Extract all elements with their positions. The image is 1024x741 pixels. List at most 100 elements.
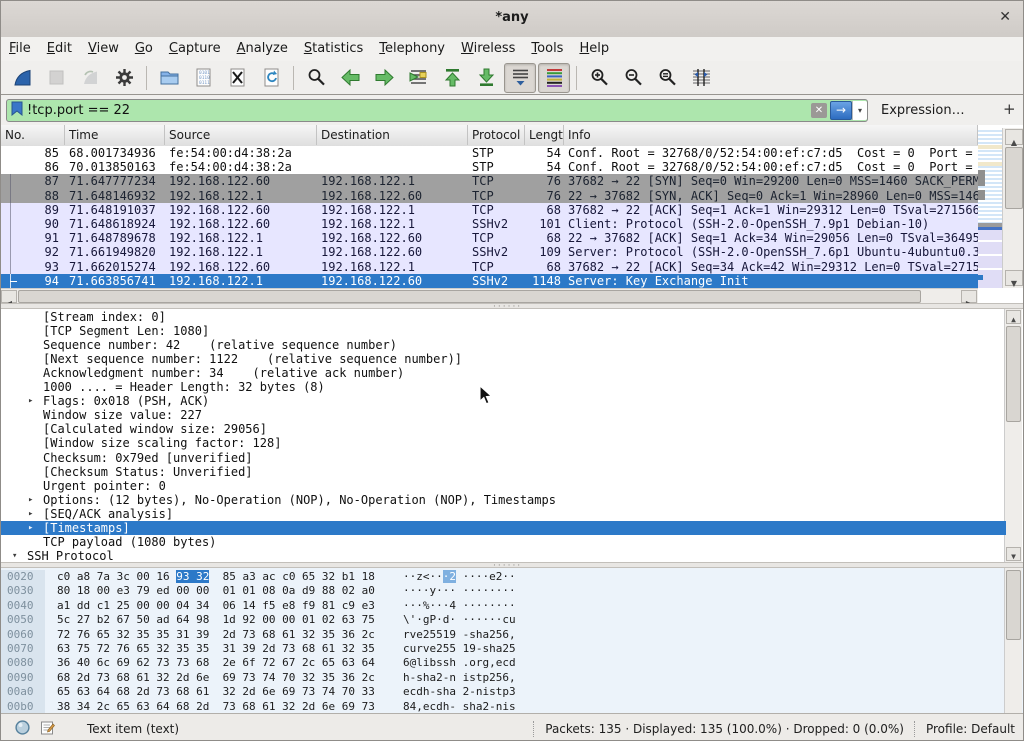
packet-row-91[interactable]: 9171.648789678192.168.122.1192.168.122.6… (1, 231, 978, 245)
details-vscrollbar[interactable]: ▲ ▼ (1004, 309, 1022, 562)
go-last-packet-icon[interactable] (470, 63, 502, 93)
hex-ascii[interactable]: ecdh-sha 2-nistp3 (403, 685, 516, 699)
hex-bytes[interactable]: 80 18 00 e3 79 ed 00 00 01 01 08 0a d9 8… (57, 584, 375, 598)
detail-line[interactable]: Window size value: 227 (1, 408, 1006, 422)
detail-line[interactable]: Checksum: 0x79ed [unverified] (1, 451, 1006, 465)
go-to-packet-icon[interactable] (402, 63, 434, 93)
packet-list-minimap[interactable] (978, 128, 1002, 288)
detail-line[interactable]: Urgent pointer: 0 (1, 479, 1006, 493)
packet-row-88[interactable]: 8871.648146932192.168.122.1192.168.122.6… (1, 189, 978, 203)
hex-row-0050[interactable]: 00505c 27 b2 67 50 ad 64 98 1d 92 00 00 … (1, 613, 1006, 627)
hex-bytes[interactable]: 63 75 72 76 65 32 35 35 31 39 2d 73 68 6… (57, 642, 375, 656)
display-filter-input[interactable]: !tcp.port == 22 ✕ → ▾ (6, 99, 868, 122)
collapsed-arrow-icon[interactable]: ▸ (28, 394, 33, 408)
close-icon[interactable]: ✕ (999, 9, 1011, 25)
reload-capture-icon[interactable] (255, 63, 287, 93)
vscroll-thumb[interactable] (1005, 147, 1023, 209)
expression-button[interactable]: Expression… (881, 103, 965, 118)
go-back-icon[interactable] (334, 63, 366, 93)
packet-row-89[interactable]: 8971.648191037192.168.122.60192.168.122.… (1, 203, 978, 217)
detail-line[interactable]: Acknowledgment number: 34 (relative ack … (1, 366, 1006, 380)
hex-bytes[interactable]: a1 dd c1 25 00 00 04 34 06 14 f5 e8 f9 8… (57, 599, 375, 613)
column-header-protocol[interactable]: Protocol (468, 125, 525, 145)
apply-filter-button[interactable]: → (830, 101, 852, 120)
filter-dropdown-caret[interactable]: ▾ (852, 101, 867, 120)
menu-item-telephony[interactable]: Telephony (371, 38, 453, 59)
resize-columns-icon[interactable] (685, 63, 717, 93)
hex-row-0020[interactable]: 0020c0 a8 7a 3c 00 16 93 32 85 a3 ac c0 … (1, 570, 1006, 584)
close-capture-icon[interactable] (221, 63, 253, 93)
column-header-length[interactable]: Length (525, 125, 564, 145)
collapsed-arrow-icon[interactable]: ▸ (28, 493, 33, 507)
packet-list-vscrollbar[interactable]: ▲ ▼ (1002, 128, 1024, 288)
hex-ascii[interactable]: h-sha2-n istp256, (403, 671, 516, 685)
scroll-down-icon[interactable]: ▼ (1005, 270, 1023, 286)
hex-row-0070[interactable]: 007063 75 72 76 65 32 35 35 31 39 2d 73 … (1, 642, 1006, 656)
zoom-100-icon[interactable] (651, 63, 683, 93)
auto-scroll-icon[interactable] (504, 63, 536, 93)
hex-bytes[interactable]: c0 a8 7a 3c 00 16 93 32 85 a3 ac c0 65 3… (57, 570, 375, 584)
menu-item-go[interactable]: Go (127, 38, 161, 59)
hex-row-0060[interactable]: 006072 76 65 32 35 35 31 39 2d 73 68 61 … (1, 628, 1006, 642)
hex-ascii[interactable]: curve255 19-sha25 (403, 642, 516, 656)
hex-bytes[interactable]: 38 34 2c 65 63 64 68 2d 73 68 61 32 2d 6… (57, 700, 375, 713)
packet-list-hscrollbar[interactable]: ◀ ▶ (1, 288, 978, 304)
add-filter-button[interactable]: + (1003, 100, 1016, 118)
detail-line[interactable]: ▸Options: (12 bytes), No-Operation (NOP)… (1, 493, 1006, 507)
column-header-destination[interactable]: Destination (317, 125, 468, 145)
colorize-icon[interactable] (538, 63, 570, 93)
capture-comment-icon[interactable] (40, 720, 55, 738)
hex-bytes[interactable]: 36 40 6c 69 62 73 73 68 2e 6f 72 67 2c 6… (57, 656, 375, 670)
column-header-info[interactable]: Info (564, 125, 978, 145)
hex-vscrollbar[interactable] (1004, 568, 1022, 713)
hex-bytes[interactable]: 5c 27 b2 67 50 ad 64 98 1d 92 00 00 01 0… (57, 613, 375, 627)
hex-ascii[interactable]: ····y··· ········ (403, 584, 516, 598)
menu-item-statistics[interactable]: Statistics (296, 38, 371, 59)
scroll-down-icon[interactable]: ▼ (1006, 547, 1021, 561)
menu-item-edit[interactable]: Edit (39, 38, 80, 59)
detail-line[interactable]: ▸[SEQ/ACK analysis] (1, 507, 1006, 521)
packet-row-94[interactable]: 9471.663856741192.168.122.1192.168.122.6… (1, 274, 978, 288)
hex-bytes[interactable]: 65 63 64 68 2d 73 68 61 32 2d 6e 69 73 7… (57, 685, 375, 699)
vscroll-thumb[interactable] (1006, 570, 1021, 640)
stop-capture-icon[interactable] (40, 63, 72, 93)
hex-row-0080[interactable]: 008036 40 6c 69 62 73 73 68 2e 6f 72 67 … (1, 656, 1006, 670)
column-header-time[interactable]: Time (65, 125, 165, 145)
detail-line[interactable]: [TCP Segment Len: 1080] (1, 324, 1006, 338)
bookmark-icon[interactable] (7, 101, 27, 120)
menu-item-capture[interactable]: Capture (161, 38, 229, 59)
menu-item-analyze[interactable]: Analyze (229, 38, 296, 59)
expert-info-icon[interactable] (15, 720, 30, 738)
hscroll-thumb[interactable] (18, 290, 921, 303)
hex-ascii[interactable]: 6@libssh .org,ecd (403, 656, 516, 670)
restart-capture-icon[interactable] (74, 63, 106, 93)
open-capture-icon[interactable] (153, 63, 185, 93)
detail-line[interactable]: [Stream index: 0] (1, 310, 1006, 324)
detail-line[interactable]: ▸[Timestamps] (1, 521, 1006, 535)
packet-row-87[interactable]: 8771.647777234192.168.122.60192.168.122.… (1, 174, 978, 188)
detail-line[interactable]: [Window size scaling factor: 128] (1, 436, 1006, 450)
hex-row-0040[interactable]: 0040a1 dd c1 25 00 00 04 34 06 14 f5 e8 … (1, 599, 1006, 613)
detail-line[interactable]: Sequence number: 42 (relative sequence n… (1, 338, 1006, 352)
menu-item-file[interactable]: File (1, 38, 39, 59)
zoom-in-icon[interactable] (583, 63, 615, 93)
menu-item-view[interactable]: View (80, 38, 127, 59)
detail-line[interactable]: [Calculated window size: 29056] (1, 422, 1006, 436)
menu-item-wireless[interactable]: Wireless (453, 38, 523, 59)
hex-ascii[interactable]: rve25519 -sha256, (403, 628, 516, 642)
scroll-right-icon[interactable]: ▶ (961, 290, 977, 303)
packet-row-86[interactable]: 8670.013850163fe:54:00:d4:38:2aSTP54Conf… (1, 160, 978, 174)
column-header-no[interactable]: No. (1, 125, 65, 145)
menu-item-help[interactable]: Help (571, 38, 617, 59)
vscroll-thumb[interactable] (1006, 326, 1021, 422)
scroll-up-icon[interactable]: ▲ (1006, 310, 1021, 324)
collapsed-arrow-icon[interactable]: ▸ (28, 507, 33, 521)
detail-line[interactable]: TCP payload (1080 bytes) (1, 535, 1006, 549)
capture-options-icon[interactable] (108, 63, 140, 93)
detail-line[interactable]: ▸Flags: 0x018 (PSH, ACK) (1, 394, 1006, 408)
menu-item-tools[interactable]: Tools (523, 38, 571, 59)
find-packet-icon[interactable] (300, 63, 332, 93)
column-header-source[interactable]: Source (165, 125, 317, 145)
filter-value[interactable]: !tcp.port == 22 (27, 103, 811, 118)
hex-bytes[interactable]: 68 2d 73 68 61 32 2d 6e 69 73 74 70 32 3… (57, 671, 375, 685)
